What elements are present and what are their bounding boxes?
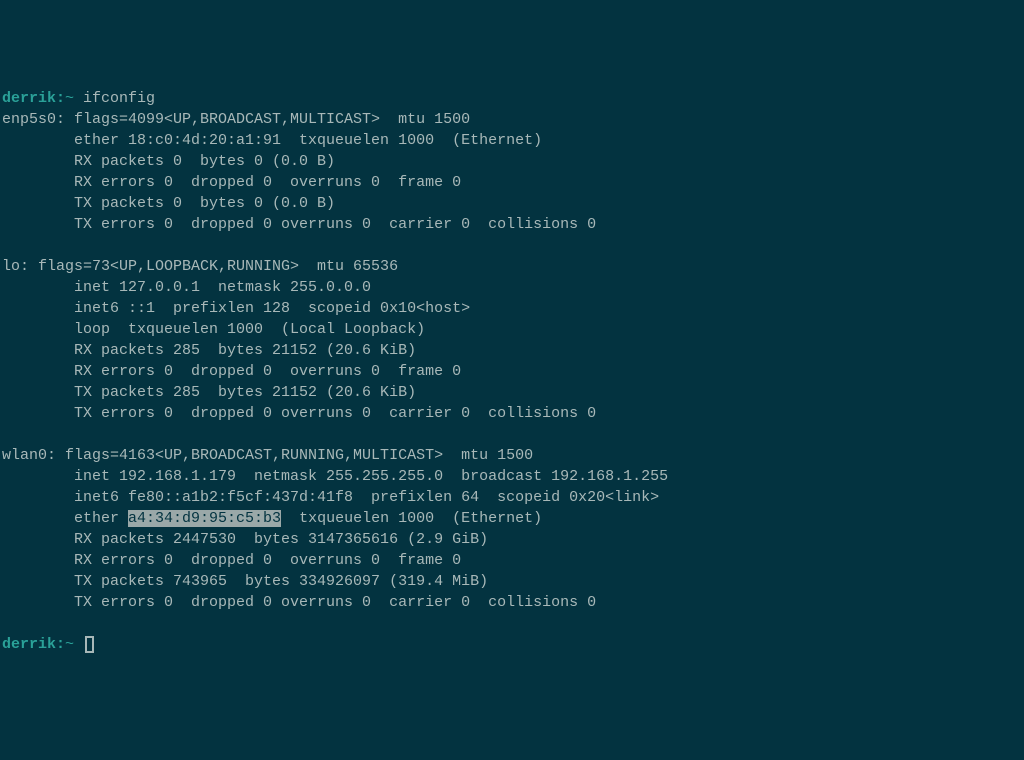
enp5s0-tx-errors: TX errors 0 dropped 0 overruns 0 carrier… bbox=[2, 214, 1022, 235]
blank-line-1 bbox=[2, 235, 1022, 256]
prompt-user: derrik: bbox=[2, 90, 65, 107]
wlan0-ether-post: txqueuelen 1000 (Ethernet) bbox=[281, 510, 542, 527]
prompt-path: ~ bbox=[65, 90, 74, 107]
wlan0-inet6: inet6 fe80::a1b2:f5cf:437d:41f8 prefixle… bbox=[2, 487, 1022, 508]
enp5s0-rx-packets: RX packets 0 bytes 0 (0.0 B) bbox=[2, 151, 1022, 172]
lo-loop: loop txqueuelen 1000 (Local Loopback) bbox=[2, 319, 1022, 340]
prompt-line-2[interactable]: derrik:~ bbox=[2, 634, 1022, 655]
lo-tx-errors: TX errors 0 dropped 0 overruns 0 carrier… bbox=[2, 403, 1022, 424]
enp5s0-header: enp5s0: flags=4099<UP,BROADCAST,MULTICAS… bbox=[2, 109, 1022, 130]
blank-line-3 bbox=[2, 613, 1022, 634]
wlan0-rx-errors: RX errors 0 dropped 0 overruns 0 frame 0 bbox=[2, 550, 1022, 571]
wlan0-tx-errors: TX errors 0 dropped 0 overruns 0 carrier… bbox=[2, 592, 1022, 613]
wlan0-ether-pre: ether bbox=[2, 510, 128, 527]
lo-tx-packets: TX packets 285 bytes 21152 (20.6 KiB) bbox=[2, 382, 1022, 403]
enp5s0-tx-packets: TX packets 0 bytes 0 (0.0 B) bbox=[2, 193, 1022, 214]
wlan0-inet: inet 192.168.1.179 netmask 255.255.255.0… bbox=[2, 466, 1022, 487]
enp5s0-ether: ether 18:c0:4d:20:a1:91 txqueuelen 1000 … bbox=[2, 130, 1022, 151]
blank-line-2 bbox=[2, 424, 1022, 445]
prompt-line-1: derrik:~ ifconfig bbox=[2, 88, 1022, 109]
enp5s0-rx-errors: RX errors 0 dropped 0 overruns 0 frame 0 bbox=[2, 172, 1022, 193]
lo-rx-errors: RX errors 0 dropped 0 overruns 0 frame 0 bbox=[2, 361, 1022, 382]
wlan0-tx-packets: TX packets 743965 bytes 334926097 (319.4… bbox=[2, 571, 1022, 592]
lo-inet: inet 127.0.0.1 netmask 255.0.0.0 bbox=[2, 277, 1022, 298]
prompt-path-2: ~ bbox=[65, 636, 74, 653]
wlan0-mac-selected[interactable]: a4:34:d9:95:c5:b3 bbox=[128, 510, 281, 527]
wlan0-ether: ether a4:34:d9:95:c5:b3 txqueuelen 1000 … bbox=[2, 508, 1022, 529]
cursor-icon bbox=[85, 636, 94, 653]
lo-inet6: inet6 ::1 prefixlen 128 scopeid 0x10<hos… bbox=[2, 298, 1022, 319]
wlan0-header: wlan0: flags=4163<UP,BROADCAST,RUNNING,M… bbox=[2, 445, 1022, 466]
wlan0-rx-packets: RX packets 2447530 bytes 3147365616 (2.9… bbox=[2, 529, 1022, 550]
command-text: ifconfig bbox=[83, 90, 155, 107]
prompt-user-2: derrik: bbox=[2, 636, 65, 653]
terminal-window[interactable]: derrik:~ ifconfigenp5s0: flags=4099<UP,B… bbox=[2, 88, 1022, 655]
lo-header: lo: flags=73<UP,LOOPBACK,RUNNING> mtu 65… bbox=[2, 256, 1022, 277]
lo-rx-packets: RX packets 285 bytes 21152 (20.6 KiB) bbox=[2, 340, 1022, 361]
